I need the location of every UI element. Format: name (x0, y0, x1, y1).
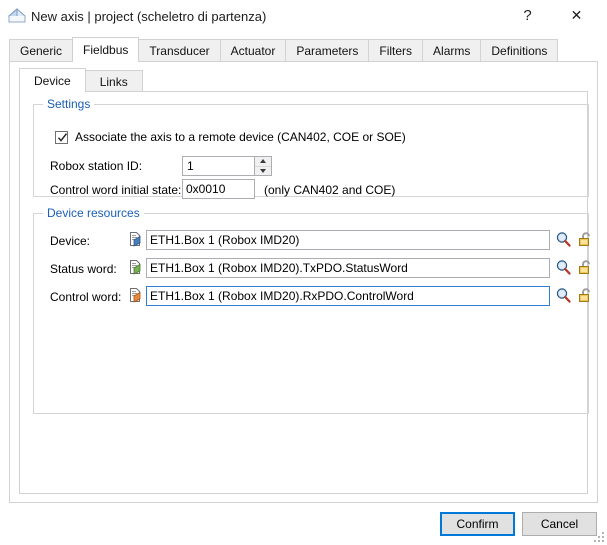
robox-station-id-stepper[interactable]: 1 (182, 156, 272, 176)
device-resources-group-legend: Device resources (43, 206, 144, 220)
tab-definitions[interactable]: Definitions (480, 39, 559, 62)
device-tab-strip: Device Links (19, 68, 588, 92)
document-orange-icon[interactable] (127, 287, 143, 303)
control-word-input[interactable]: ETH1.Box 1 (Robox IMD20).RxPDO.ControlWo… (146, 286, 550, 306)
status-word-search-icon[interactable] (555, 259, 572, 276)
robox-station-id-value: 1 (187, 159, 194, 173)
fieldbus-tab-panel: Device Links Settings Associate the axis… (9, 61, 598, 503)
tab-label: Fieldbus (83, 43, 129, 57)
tab-label: Filters (379, 44, 413, 58)
close-button[interactable]: ✕ (554, 0, 599, 31)
tab-fieldbus[interactable]: Fieldbus (72, 37, 140, 62)
status-word-value: ETH1.Box 1 (Robox IMD20).TxPDO.StatusWor… (150, 261, 408, 275)
tab-label: Definitions (491, 44, 548, 58)
associate-axis-checkbox[interactable] (55, 131, 68, 144)
cancel-button-label: Cancel (540, 517, 579, 531)
close-icon: ✕ (570, 7, 583, 23)
status-word-unlocked-padlock-icon[interactable] (577, 259, 594, 276)
stepper-buttons (254, 157, 271, 175)
device-tab-panel: Settings Associate the axis to a remote … (19, 91, 590, 494)
control-word-initial-state-input[interactable]: 0x0010 (182, 179, 255, 199)
device-unlocked-padlock-icon[interactable] (577, 231, 594, 248)
device-search-icon[interactable] (555, 231, 572, 248)
tab-label: Device (34, 73, 71, 88)
tab-label: Transducer (149, 44, 210, 58)
tab-label: Generic (20, 44, 63, 58)
device-value: ETH1.Box 1 (Robox IMD20) (150, 233, 300, 247)
robox-station-id-label: Robox station ID: (50, 159, 143, 173)
chevron-up-icon (260, 159, 266, 164)
control-word-hint: (only CAN402 and COE) (264, 183, 396, 197)
control-word-value: ETH1.Box 1 (Robox IMD20).RxPDO.ControlWo… (150, 289, 414, 303)
settings-group: Settings Associate the axis to a remote … (33, 97, 589, 199)
control-word-initial-state-value: 0x0010 (186, 182, 226, 196)
title-bar: New axis | project (scheletro di partenz… (0, 0, 607, 32)
axis-window-icon (6, 6, 28, 26)
settings-group-legend: Settings (43, 97, 95, 111)
tab-alarms[interactable]: Alarms (422, 39, 482, 62)
help-icon: ? (523, 7, 532, 24)
device-resources-group: Device resources Device: ETH1.Box 1 (Rob… (33, 206, 590, 414)
status-word-input[interactable]: ETH1.Box 1 (Robox IMD20).TxPDO.StatusWor… (146, 258, 550, 278)
stepper-down-button[interactable] (255, 167, 271, 176)
tab-actuator[interactable]: Actuator (219, 39, 287, 62)
confirm-button-label: Confirm (456, 517, 499, 531)
cancel-button[interactable]: Cancel (522, 512, 597, 536)
chevron-down-icon (260, 168, 266, 173)
control-word-label: Control word: (50, 290, 122, 304)
help-button[interactable]: ? (505, 0, 550, 31)
tab-parameters[interactable]: Parameters (285, 39, 370, 62)
device-input[interactable]: ETH1.Box 1 (Robox IMD20) (146, 230, 550, 250)
confirm-button[interactable]: Confirm (440, 512, 515, 536)
dialog-window: New axis | project (scheletro di partenz… (0, 0, 607, 545)
tab-links[interactable]: Links (84, 70, 143, 92)
status-word-label: Status word: (50, 262, 117, 276)
tab-label: Parameters (296, 44, 359, 58)
tab-device[interactable]: Device (19, 68, 86, 92)
tab-transducer[interactable]: Transducer (138, 39, 221, 62)
main-tab-strip: Generic Fieldbus Transducer Actuator Par… (9, 37, 598, 62)
tab-label: Alarms (433, 44, 471, 58)
checkmark-icon (57, 133, 68, 142)
device-label: Device: (50, 234, 91, 248)
document-blue-icon[interactable] (127, 231, 143, 247)
tab-filters[interactable]: Filters (368, 39, 424, 62)
control-word-search-icon[interactable] (555, 287, 572, 304)
tab-generic[interactable]: Generic (9, 39, 74, 62)
window-title: New axis | project (scheletro di partenz… (31, 8, 267, 24)
tab-label: Actuator (230, 44, 276, 58)
tab-label: Links (99, 74, 128, 89)
resize-grip[interactable] (592, 530, 604, 542)
document-green-icon[interactable] (127, 259, 143, 275)
control-word-unlocked-padlock-icon[interactable] (577, 287, 594, 304)
control-word-initial-state-label: Control word initial state: (50, 183, 182, 197)
associate-axis-label: Associate the axis to a remote device (C… (75, 130, 406, 144)
stepper-up-button[interactable] (255, 157, 271, 167)
